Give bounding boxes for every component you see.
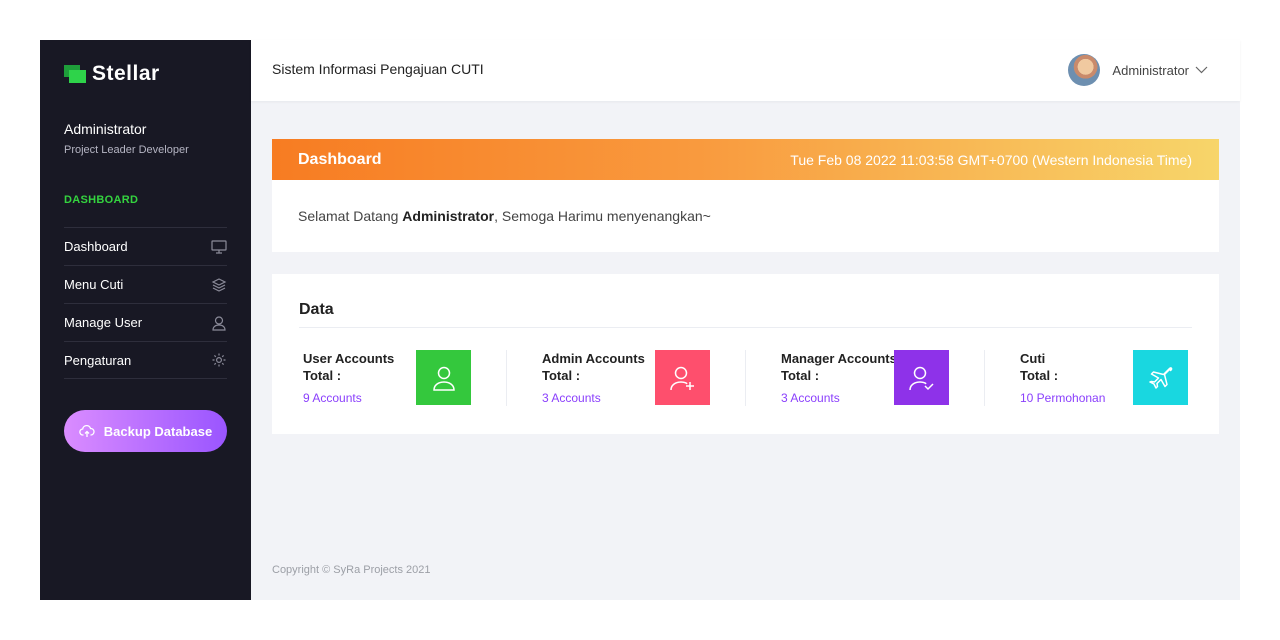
divider [506, 350, 507, 406]
data-card: Data User Accounts Total : 9 Accounts Ad… [272, 274, 1219, 434]
footer-copyright: Copyright © SyRa Projects 2021 [272, 564, 431, 576]
stat-total-label: Total : [781, 368, 820, 383]
backup-database-button[interactable]: Backup Database [64, 410, 227, 452]
stat-total-label: Total : [1020, 368, 1059, 383]
stat-value-link[interactable]: 9 Accounts [303, 391, 362, 405]
user-icon [210, 314, 227, 331]
dashboard-datetime: Tue Feb 08 2022 11:03:58 GMT+0700 (Weste… [790, 151, 1192, 168]
user-check-icon [894, 350, 949, 405]
layers-icon [210, 276, 227, 293]
divider [745, 350, 746, 406]
sidebar-nav: Dashboard Menu Cuti Manage User Pengatur… [64, 227, 227, 379]
sidebar-item-label: Menu Cuti [64, 277, 124, 292]
sidebar-item-label: Dashboard [64, 239, 128, 254]
sidebar-item-manage-user[interactable]: Manage User [64, 303, 227, 341]
stat-value-link[interactable]: 3 Accounts [781, 391, 840, 405]
user-menu[interactable]: Administrator [1068, 54, 1208, 86]
dashboard-card: Dashboard Tue Feb 08 2022 11:03:58 GMT+0… [272, 139, 1219, 252]
sidebar-item-dashboard[interactable]: Dashboard [64, 227, 227, 265]
profile-name: Administrator [64, 121, 147, 137]
welcome-message: Selamat Datang Administrator, Semoga Har… [298, 208, 711, 224]
stat-user-accounts: User Accounts Total : 9 Accounts [299, 350, 504, 410]
backup-database-label: Backup Database [103, 423, 213, 439]
plane-icon [1133, 350, 1188, 405]
sidebar-item-label: Pengaturan [64, 352, 132, 368]
app-window: Stellar Administrator Project Leader Dev… [40, 40, 1240, 600]
dashboard-title: Dashboard [298, 150, 382, 168]
gear-icon [210, 352, 227, 369]
user-icon [416, 350, 471, 405]
divider [984, 350, 985, 406]
dashboard-header: Dashboard Tue Feb 08 2022 11:03:58 GMT+0… [272, 139, 1219, 180]
welcome-name: Administrator [402, 208, 495, 224]
stat-admin-accounts: Admin Accounts Total : 3 Accounts [538, 350, 743, 410]
data-title: Data [299, 301, 334, 318]
monitor-icon [210, 238, 227, 255]
sidebar-item-label: Manage User [64, 315, 143, 330]
page-title: Sistem Informasi Pengajuan CUTI [272, 61, 484, 77]
sidebar: Stellar Administrator Project Leader Dev… [40, 40, 251, 600]
avatar [1068, 54, 1101, 86]
sidebar-item-menu-cuti[interactable]: Menu Cuti [64, 265, 227, 303]
divider [299, 327, 1192, 328]
sidebar-section-label: DASHBOARD [64, 194, 139, 206]
brand-logo-icon [64, 65, 86, 83]
user-name: Administrator [1112, 62, 1189, 78]
brand[interactable]: Stellar [64, 62, 160, 86]
stat-title: Manager Accounts [781, 351, 897, 366]
stat-cuti: Cuti Total : 10 Permohonan [1016, 350, 1221, 410]
profile-role: Project Leader Developer [64, 144, 189, 156]
stat-total-label: Total : [542, 368, 581, 383]
sidebar-item-pengaturan[interactable]: Pengaturan [64, 341, 227, 379]
cloud-upload-icon [79, 424, 95, 438]
user-plus-icon [655, 350, 710, 405]
main-content: Sistem Informasi Pengajuan CUTI Administ… [251, 40, 1240, 600]
brand-name: Stellar [92, 62, 160, 85]
stat-manager-accounts: Manager Accounts Total : 3 Accounts [777, 350, 982, 410]
topbar: Sistem Informasi Pengajuan CUTI Administ… [251, 40, 1240, 101]
stat-value-link[interactable]: 3 Accounts [542, 391, 601, 405]
chevron-down-icon [1195, 61, 1208, 79]
stat-title: Admin Accounts [542, 351, 645, 366]
welcome-prefix: Selamat Datang [298, 208, 403, 224]
stat-title: Cuti [1020, 351, 1046, 366]
stat-title: User Accounts [303, 351, 395, 366]
welcome-suffix: , Semoga Harimu menyenangkan~ [494, 208, 711, 224]
stat-total-label: Total : [303, 368, 342, 383]
stat-value-link[interactable]: 10 Permohonan [1020, 391, 1105, 405]
